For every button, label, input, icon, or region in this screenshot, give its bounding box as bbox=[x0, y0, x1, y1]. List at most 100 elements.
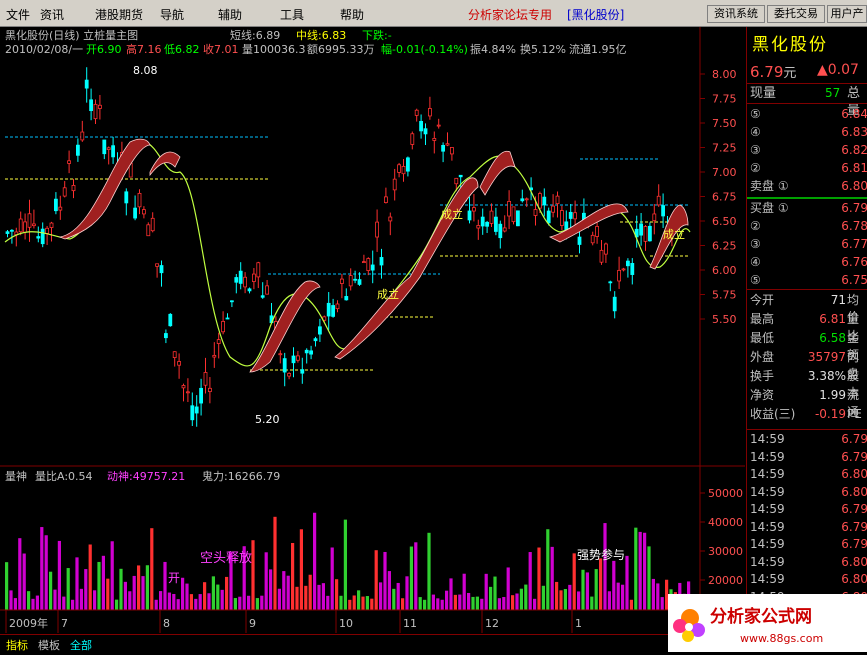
tab-templates[interactable]: 模板 bbox=[38, 637, 60, 653]
volume-bar bbox=[260, 595, 264, 610]
row-value: 6.78 bbox=[841, 219, 867, 233]
row-label: 14:59 bbox=[750, 554, 785, 569]
row-label: 14:59 bbox=[750, 484, 785, 499]
xianpan-row: 现量 57 总量 bbox=[750, 86, 861, 118]
menu-file[interactable]: 文件 bbox=[6, 6, 30, 23]
volume-bar bbox=[409, 546, 413, 610]
volume-bar bbox=[101, 555, 105, 610]
tick-row: 14:59 6.79 bbox=[747, 519, 867, 536]
volume-bar bbox=[519, 588, 523, 610]
bid-row: ③ 6.77 bbox=[747, 236, 867, 253]
volume-bar bbox=[185, 583, 189, 610]
trade-button[interactable]: 委托交易 bbox=[767, 5, 825, 23]
row-value: 6.75 bbox=[841, 273, 867, 287]
tick-row: 14:59 6.80 bbox=[747, 571, 867, 588]
volume-tick: 40000 bbox=[708, 516, 743, 529]
row-value: 6.81 bbox=[841, 161, 867, 175]
volume-bar bbox=[79, 588, 83, 610]
volume-bar bbox=[220, 589, 224, 610]
low-annotation: 5.20 bbox=[255, 413, 280, 426]
price-tick: 7.75 bbox=[712, 93, 737, 106]
ask-row: ② 6.81 bbox=[747, 160, 867, 177]
tick-row: 14:59 6.79 bbox=[747, 431, 867, 448]
volume-bar bbox=[247, 595, 251, 610]
row-value: 3.38% bbox=[807, 369, 846, 383]
volume-bar bbox=[643, 532, 647, 610]
volume-bar bbox=[555, 581, 559, 610]
volume-bar bbox=[387, 571, 391, 610]
row-value: 71 bbox=[830, 293, 846, 307]
price-tick: 6.50 bbox=[712, 215, 737, 228]
row-label: 收益(三) bbox=[750, 407, 796, 421]
row-value: 6.79 bbox=[841, 519, 867, 534]
news-system-button[interactable]: 资讯系统 bbox=[707, 5, 765, 23]
volume-bar bbox=[88, 544, 92, 610]
row-label: 14:59 bbox=[750, 432, 785, 446]
volume-bar bbox=[57, 540, 61, 610]
menu-hk-futures[interactable]: 港股期货 bbox=[95, 6, 143, 23]
volume-bar bbox=[484, 573, 488, 610]
volume-bar bbox=[533, 598, 537, 610]
price-chart[interactable]: 黑化股份(日线) 立桩量主图 短线:6.89 中线:6.83 下跌:- 2010… bbox=[0, 27, 745, 467]
row-value: 6.76 bbox=[841, 255, 867, 269]
volume-bar bbox=[379, 582, 383, 610]
row-extra: PE bbox=[847, 407, 862, 421]
high-annotation: 8.08 bbox=[133, 64, 158, 77]
stock-name: 黑化股份 bbox=[752, 35, 828, 55]
menu-help[interactable]: 帮助 bbox=[340, 6, 364, 23]
volume-bar bbox=[528, 552, 532, 610]
volume-bar bbox=[537, 547, 541, 610]
volume-bar bbox=[515, 593, 519, 610]
volume-bar bbox=[291, 542, 295, 610]
menu-news[interactable]: 资讯 bbox=[40, 6, 64, 23]
volume-bar bbox=[176, 599, 180, 610]
date-label: 2009年 bbox=[9, 616, 48, 630]
row-label: ③ bbox=[750, 143, 761, 157]
volume-bar bbox=[9, 590, 13, 610]
menu-assist[interactable]: 辅助 bbox=[218, 6, 242, 23]
bid-row: ⑤ 6.75 bbox=[747, 272, 867, 289]
volume-bar bbox=[295, 586, 299, 610]
volume-bar bbox=[44, 535, 48, 610]
row-value: 6.80 bbox=[841, 484, 867, 499]
volume-bar bbox=[66, 568, 70, 610]
promo-stock: [黑化股份] bbox=[567, 8, 625, 22]
volume-bar bbox=[541, 585, 545, 610]
volume-bar bbox=[603, 523, 607, 610]
volume-bar bbox=[590, 596, 594, 610]
volume-tick: 50000 bbox=[708, 487, 743, 500]
volume-bar bbox=[568, 584, 572, 610]
tab-indicators[interactable]: 指标 bbox=[6, 637, 28, 653]
tab-all[interactable]: 全部 bbox=[70, 637, 92, 653]
volume-bar bbox=[233, 598, 237, 610]
volume-bar bbox=[75, 557, 79, 610]
trend-label: 下跌:- bbox=[362, 28, 392, 42]
volume-bar bbox=[181, 577, 185, 610]
volume-bar bbox=[361, 596, 365, 610]
user-button[interactable]: 用户产 bbox=[827, 5, 867, 23]
volume-bar bbox=[27, 591, 31, 610]
volume-bar bbox=[216, 584, 220, 610]
candle bbox=[511, 206, 516, 225]
bid-row: 买盘 ① 6.79 bbox=[747, 200, 867, 217]
row-value: 6.80 bbox=[841, 179, 867, 193]
volume-bar bbox=[203, 582, 207, 610]
row-value: 6.80 bbox=[841, 572, 867, 586]
volume-bar bbox=[141, 576, 145, 610]
volume-bar bbox=[335, 579, 339, 610]
volume-chart[interactable]: 量神 量比A:0.54 动神:49757.21 鬼力:16266.79 5000… bbox=[0, 467, 745, 634]
volume-bar bbox=[365, 596, 369, 610]
row-value: 6.77 bbox=[841, 237, 867, 251]
tick-row: 14:59 6.80 bbox=[747, 554, 867, 571]
volume-bar bbox=[13, 598, 17, 610]
stat-row: 换手 3.38% 股本 bbox=[747, 368, 867, 400]
price-tick: 6.00 bbox=[712, 264, 737, 277]
mid-line-label: 中线:6.83 bbox=[296, 28, 346, 42]
volume-bar bbox=[599, 558, 603, 610]
candle bbox=[516, 210, 520, 227]
menu-navigate[interactable]: 导航 bbox=[160, 6, 184, 23]
volume-tick: 20000 bbox=[708, 574, 743, 587]
menu-tools[interactable]: 工具 bbox=[280, 6, 304, 23]
bid-row: ② 6.78 bbox=[747, 218, 867, 235]
row-label: ④ bbox=[750, 255, 761, 269]
